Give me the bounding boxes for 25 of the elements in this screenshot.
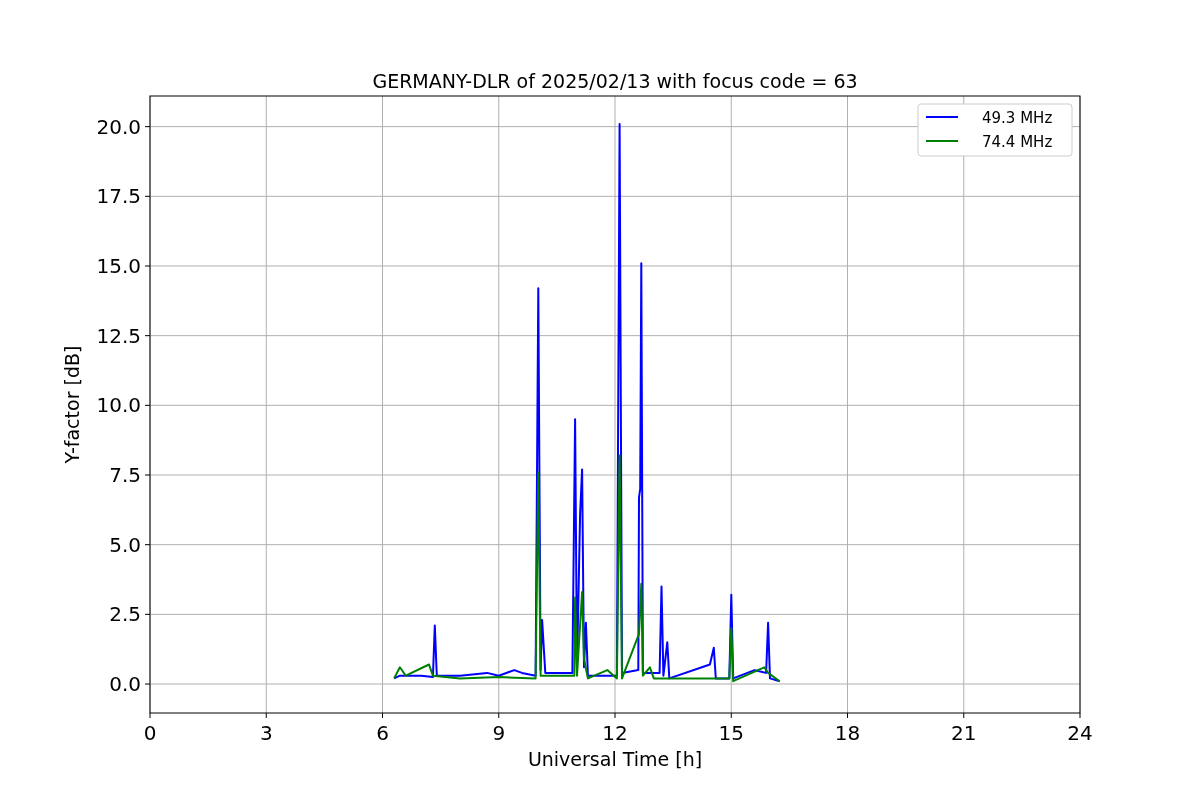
x-tick-label: 6	[376, 721, 389, 745]
x-tick-label: 12	[602, 721, 628, 745]
x-axis-label: Universal Time [h]	[527, 748, 703, 770]
y-tick-label: 5.0	[109, 532, 141, 557]
x-tick-label: 18	[834, 721, 861, 745]
y-tick-label: 2.5	[109, 602, 141, 627]
chart-title: GERMANY-DLR of 2025/02/13 with focus code = 63	[372, 70, 858, 92]
x-tick-label: 3	[259, 721, 273, 745]
x-tick-label: 0	[143, 721, 157, 745]
y-axis-label: Y-factor [dB]	[61, 345, 83, 464]
y-tick-label: 12.5	[96, 323, 141, 348]
y-tick-label: 20.0	[96, 114, 141, 139]
legend-label: 74.4 MHz	[982, 133, 1053, 151]
y-tick-label: 7.5	[109, 463, 141, 487]
y-tick-label: 0.0	[109, 672, 141, 696]
x-tick-label: 21	[951, 721, 977, 745]
x-tick-label: 15	[718, 721, 744, 745]
x-tick-label: 24	[1067, 721, 1093, 745]
y-tick-label: 10.0	[96, 393, 141, 418]
legend-line-icon	[925, 116, 959, 118]
x-tick-label: 9	[492, 721, 506, 745]
legend-label: 49.3 MHz	[982, 109, 1053, 127]
y-tick-label: 17.5	[96, 184, 141, 209]
legend-line-icon	[925, 140, 959, 142]
y-tick-label: 15.0	[96, 254, 141, 278]
